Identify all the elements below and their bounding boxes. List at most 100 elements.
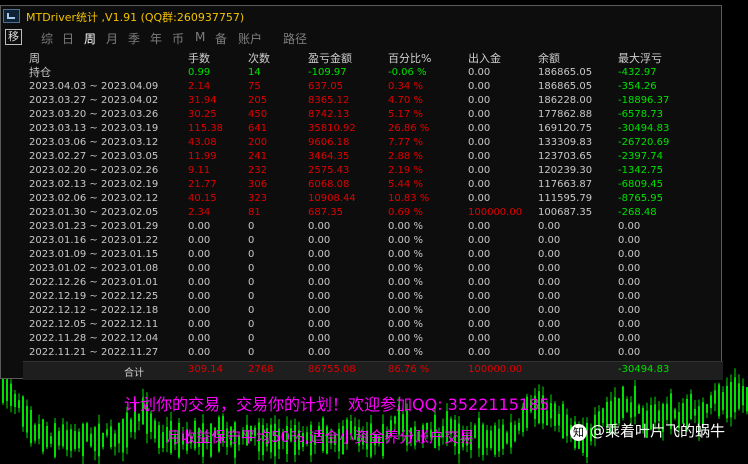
tab-account[interactable]: 账户 [238, 30, 262, 47]
candle-body [138, 414, 140, 422]
cell-balance: 169120.75 [538, 123, 593, 134]
cell-pnl: 0.00 [308, 235, 331, 246]
table-row: 2023.01.16 ~ 2023.01.22 0.00 0 0.00 0.00 % 0.… [1, 234, 721, 248]
candle-body [6, 379, 8, 402]
candle-body [738, 383, 740, 409]
move-button[interactable]: 移 [5, 29, 22, 45]
cell-deposit: 0.00 [468, 109, 491, 120]
candle-body [718, 384, 720, 417]
table-header: 周 手数 次数 盈亏金额 百分比% 出入金 余额 最大浮亏 [1, 52, 721, 66]
cell-max-drawdown: 0.00 [618, 263, 641, 274]
cell-max-drawdown: -30494.83 [618, 123, 670, 134]
table-row: 2023.02.13 ~ 2023.02.19 21.77 306 6068.08 5.… [1, 178, 721, 192]
cell-percent: 0.00 % [388, 221, 423, 232]
cell-percent: 5.44 % [388, 179, 423, 190]
cell-period: 2023.01.16 ~ 2023.01.22 [29, 235, 159, 246]
cell-lots: 11.99 [188, 151, 217, 162]
candle-body [562, 403, 564, 439]
tab-quarter[interactable]: 季 [128, 30, 140, 47]
title-bar: MTDriver统计 ,V1.91 (QQ群:260937757) [1, 7, 721, 25]
header-pnl: 盈亏金额 [308, 52, 352, 65]
tab-day[interactable]: 日 [62, 30, 74, 47]
candle-body [510, 422, 512, 448]
cell-deposit: 0.00 [468, 277, 491, 288]
candle-body [86, 423, 88, 442]
cell-period: 2022.12.26 ~ 2023.01.01 [29, 277, 159, 288]
cell-deposit: 0.00 [468, 263, 491, 274]
candle-body [690, 393, 692, 419]
cell-deposit: 0.00 [468, 221, 491, 232]
tab-month[interactable]: 月 [106, 30, 118, 47]
candle-body [54, 423, 56, 457]
total-percent: 86.76 % [388, 364, 430, 375]
cell-lots: 30.25 [188, 109, 217, 120]
cell-lots: 0.00 [188, 347, 211, 358]
total-lots: 309.14 [188, 364, 223, 375]
cell-pnl: 0.00 [308, 291, 331, 302]
candle-body [62, 424, 64, 447]
cell-period: 2022.11.28 ~ 2022.12.04 [29, 333, 159, 344]
cell-max-drawdown: -8765.95 [618, 193, 663, 204]
tab-magic[interactable]: M [195, 30, 205, 44]
holding-label: 持仓 [29, 66, 51, 79]
candle-body [122, 418, 124, 453]
statistics-panel: MTDriver统计 ,V1.91 (QQ群:260937757) 移 综 日 … [0, 5, 723, 380]
tab-year[interactable]: 年 [150, 30, 162, 47]
cell-balance: 123703.65 [538, 151, 593, 162]
candle-body [118, 422, 120, 444]
cell-percent: 0.00 % [388, 291, 423, 302]
holding-row: 持仓 0.99 14 -109.97 -0.06 % 0.00 186865.0… [1, 66, 721, 80]
total-max-drawdown: -30494.83 [618, 364, 670, 375]
cell-lots: 0.00 [188, 263, 211, 274]
app-logo-icon [3, 9, 20, 23]
table-row: 2023.02.20 ~ 2023.02.26 9.11 232 2575.43 2.1… [1, 164, 721, 178]
cell-balance: 0.00 [538, 333, 561, 344]
candle-body [78, 431, 80, 449]
cell-pnl: 687.35 [308, 207, 343, 218]
cell-deposit: 0.00 [468, 179, 491, 190]
candle-body [22, 396, 24, 427]
cell-deposit: 0.00 [468, 165, 491, 176]
tab-week[interactable]: 周 [84, 30, 96, 47]
cell-deposit: 0.00 [468, 249, 491, 260]
total-deposit: 100000.00 [468, 364, 523, 375]
header-balance: 余额 [538, 52, 560, 65]
promo-line-2: 月收益保守平均50%,适合小资金养分账户交易 [166, 428, 475, 446]
cell-percent: 26.86 % [388, 123, 430, 134]
cell-lots: 0.00 [188, 333, 211, 344]
candle-body [638, 405, 640, 414]
tab-comment[interactable]: 备 [215, 30, 227, 47]
cell-lots: 31.94 [188, 95, 217, 106]
candle-body [70, 429, 72, 451]
cell-balance: 186865.05 [538, 81, 593, 92]
cell-period: 2023.01.02 ~ 2023.01.08 [29, 263, 159, 274]
period-tab-bar: 移 综 日 周 月 季 年 币 M 备 账户 路径 [1, 28, 721, 48]
candle-body [694, 409, 696, 416]
cell-percent: 0.34 % [388, 81, 423, 92]
header-percent: 百分比% [388, 52, 432, 65]
tab-currency[interactable]: 币 [172, 30, 184, 47]
candle-body [486, 430, 488, 448]
cell-lots: 0.00 [188, 305, 211, 316]
cell-lots: 0.00 [188, 291, 211, 302]
tab-summary[interactable]: 综 [41, 30, 53, 47]
cell-balance: 111595.79 [538, 193, 593, 204]
cell-trades: 0 [248, 263, 255, 274]
tab-path[interactable]: 路径 [283, 30, 307, 47]
cell-max-drawdown: 0.00 [618, 235, 641, 246]
cell-max-drawdown: -6809.45 [618, 179, 663, 190]
candle-body [550, 403, 552, 419]
table-row: 2023.03.20 ~ 2023.03.26 30.25 450 8742.13 5.… [1, 108, 721, 122]
cell-percent: 0.00 % [388, 235, 423, 246]
cell-period: 2023.01.23 ~ 2023.01.29 [29, 221, 159, 232]
cell-deposit: 0.00 [468, 333, 491, 344]
candle-body [494, 425, 496, 455]
cell-percent: 7.77 % [388, 137, 423, 148]
cell-percent: 10.83 % [388, 193, 430, 204]
header-deposit: 出入金 [468, 52, 501, 65]
candle-body [630, 402, 632, 418]
cell-pnl: 8742.13 [308, 109, 350, 120]
cell-pnl: 6068.08 [308, 179, 350, 190]
candle-body [674, 409, 676, 419]
cell-lots: 40.15 [188, 193, 217, 204]
